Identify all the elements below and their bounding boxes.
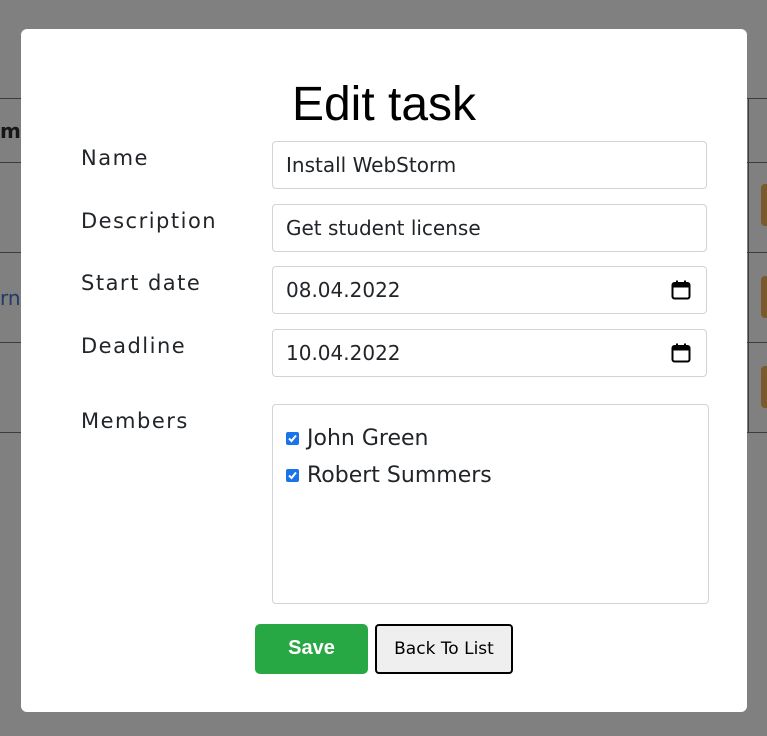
member-option[interactable]: Robert Summers xyxy=(286,460,492,490)
members-select[interactable]: John Green Robert Summers xyxy=(272,404,709,604)
start-date-value: 08.04.2022 xyxy=(286,278,401,302)
table-link-fragment[interactable]: rn xyxy=(0,286,21,310)
check-icon xyxy=(288,434,297,442)
deadline-value: 10.04.2022 xyxy=(286,341,401,365)
start-date-label: Start date xyxy=(81,271,202,295)
back-to-list-button[interactable]: Back To List xyxy=(375,624,513,674)
row-action-button[interactable] xyxy=(761,184,767,226)
calendar-icon[interactable] xyxy=(671,343,691,363)
name-input[interactable]: Install WebStorm xyxy=(272,141,707,189)
calendar-icon[interactable] xyxy=(671,280,691,300)
table-header-fragment: m xyxy=(0,119,21,143)
description-input[interactable]: Get student license xyxy=(272,204,707,252)
members-label: Members xyxy=(81,409,189,433)
member-checkbox[interactable] xyxy=(286,468,299,482)
table-border xyxy=(748,98,749,433)
member-name: John Green xyxy=(307,425,429,451)
deadline-input[interactable]: 10.04.2022 xyxy=(272,329,707,377)
description-label: Description xyxy=(81,209,218,233)
edit-task-modal: Edit task Name Install WebStorm Descript… xyxy=(21,29,747,712)
member-name: Robert Summers xyxy=(307,462,492,488)
member-checkbox[interactable] xyxy=(286,431,299,445)
deadline-label: Deadline xyxy=(81,334,187,358)
save-button[interactable]: Save xyxy=(255,624,368,674)
row-action-button[interactable] xyxy=(761,366,767,408)
page: m rn Edit task Name Install WebStorm Des… xyxy=(0,0,767,736)
description-input-value: Get student license xyxy=(286,216,481,240)
start-date-input[interactable]: 08.04.2022 xyxy=(272,266,707,314)
row-action-button[interactable] xyxy=(761,276,767,318)
name-label: Name xyxy=(81,146,149,170)
modal-title: Edit task xyxy=(291,78,477,131)
check-icon xyxy=(288,471,297,479)
name-input-value: Install WebStorm xyxy=(286,153,457,177)
member-option[interactable]: John Green xyxy=(286,423,428,453)
